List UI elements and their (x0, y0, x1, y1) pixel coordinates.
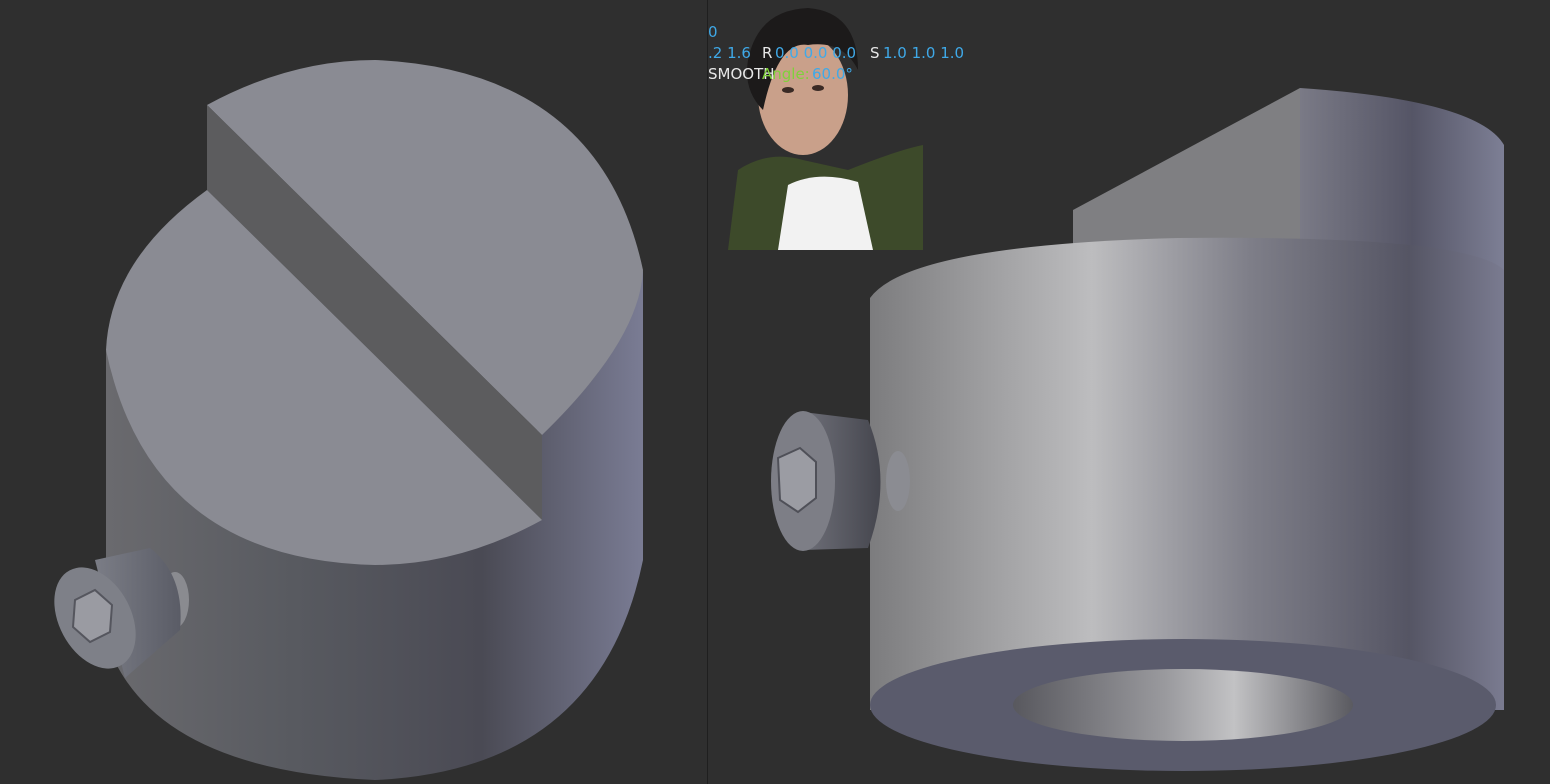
angle-value: 60.0° (812, 65, 853, 83)
viewport-left[interactable] (0, 0, 707, 784)
left-model-render[interactable] (0, 0, 707, 784)
location-values: .2 1.6 (708, 44, 751, 62)
angle-label: Angle: (762, 65, 810, 83)
frame-value: 0 (708, 23, 718, 41)
rotation-values: 0.0 0.0 0.0 (775, 44, 857, 62)
viewport-right[interactable] (708, 0, 1550, 784)
webcam-overlay-person (728, 8, 923, 250)
scale-label: S (870, 44, 880, 62)
scale-values: 1.0 1.0 1.0 (883, 44, 965, 62)
rotation-label: R (762, 44, 773, 62)
